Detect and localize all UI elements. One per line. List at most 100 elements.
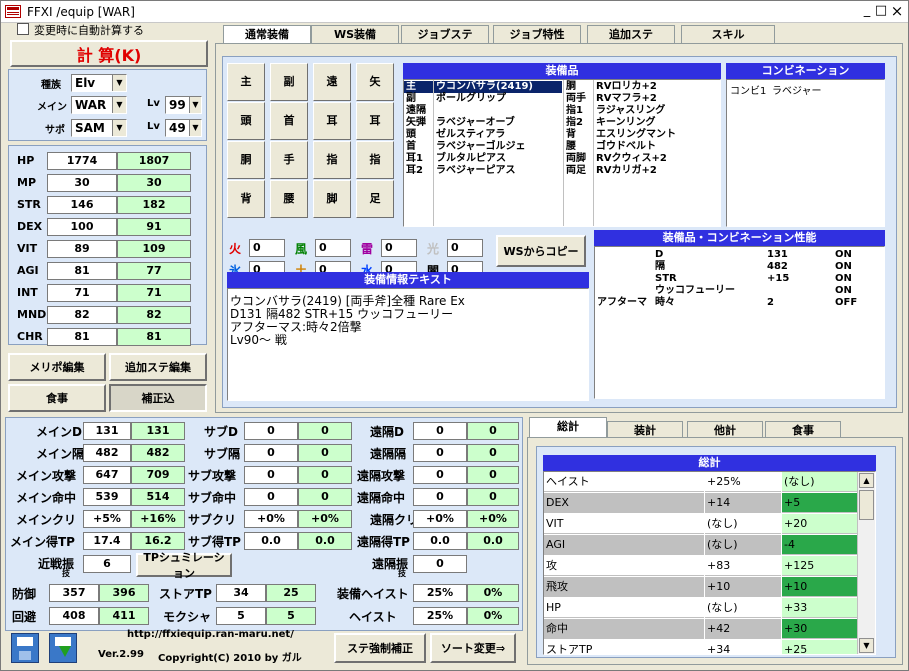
slot-button[interactable]: 首 <box>270 102 308 140</box>
equip-row[interactable]: 指2 キーンリング <box>564 117 720 129</box>
equip-item: ゼルスティアラ <box>436 129 506 140</box>
summary-eq: +42 <box>705 619 781 639</box>
tab-2[interactable]: ジョブステ <box>401 25 489 43</box>
food-button[interactable]: 食事 <box>8 384 106 412</box>
slot-button[interactable]: 脚 <box>313 180 351 218</box>
summary-tab-1[interactable]: 装計 <box>607 421 683 438</box>
close-icon[interactable]: × <box>889 3 905 19</box>
main-job-select[interactable]: WAR ▼ <box>71 96 127 114</box>
scroll-down-icon[interactable]: ▼ <box>859 638 874 653</box>
slot-button[interactable]: 耳 <box>313 102 351 140</box>
scrollbar[interactable]: ▲ ▼ <box>857 472 875 654</box>
scroll-thumb[interactable] <box>859 490 874 520</box>
tp-sim-button[interactable]: TPシュミレーション <box>136 551 232 580</box>
slot-button[interactable]: 足 <box>356 180 394 218</box>
equip-row[interactable]: 胴 RVロリカ+2 <box>564 81 720 93</box>
summary-row[interactable]: 飛攻 +10 +10 <box>544 577 864 597</box>
sub-job-select[interactable]: SAM ▼ <box>71 119 127 137</box>
main-lv-value: 99 <box>169 98 186 112</box>
summary-row[interactable]: AGI (なし) -4 <box>544 535 864 555</box>
equip-row[interactable]: 腰 ゴウドベルト <box>564 141 720 153</box>
chevron-down-icon[interactable]: ▼ <box>112 97 126 113</box>
equip-row[interactable]: 主 ウコンバサラ(2419) <box>404 81 562 93</box>
equip-row[interactable]: 矢弾 ラベジャーオーブ <box>404 117 562 129</box>
slot-button[interactable]: 遠 <box>313 63 351 101</box>
element-value[interactable]: 0 <box>447 239 483 257</box>
chevron-down-icon[interactable]: ▼ <box>189 97 201 113</box>
main-lv-select[interactable]: 99 ▼ <box>165 96 202 114</box>
race-select[interactable]: Elv ▼ <box>71 74 127 92</box>
addstat-edit-button[interactable]: 追加ステ編集 <box>109 353 207 381</box>
sort-change-button[interactable]: ソート変更⇒ <box>430 633 516 663</box>
slot-button[interactable]: 手 <box>270 141 308 179</box>
app-icon <box>5 5 21 18</box>
force-correct-button[interactable]: ステ強制補正 <box>334 633 426 663</box>
scroll-up-icon[interactable]: ▲ <box>859 473 874 488</box>
element-value[interactable]: 0 <box>315 239 351 257</box>
equip-item: キーンリング <box>596 117 656 128</box>
summary-row[interactable]: HP (なし) +33 <box>544 598 864 618</box>
maximize-icon[interactable]: □ <box>873 3 889 19</box>
slot-button[interactable]: 腰 <box>270 180 308 218</box>
summary-row[interactable]: 攻 +83 +125 <box>544 556 864 576</box>
summary-list[interactable]: ヘイスト +25% (なし) DEX +14 +5 VIT (なし) +20 AGI (なし) -4 攻… <box>543 471 876 655</box>
perf-state: ON <box>835 249 852 260</box>
slot-button[interactable]: 胴 <box>227 141 265 179</box>
summary-row[interactable]: ストアTP +34 +25 <box>544 640 864 654</box>
auto-calc-checkbox[interactable] <box>17 23 29 35</box>
tab-0[interactable]: 通常装備 <box>223 25 311 45</box>
equip-row[interactable]: 両足 RVカリガ+2 <box>564 165 720 177</box>
ws-copy-button[interactable]: WSからコピー <box>496 235 586 267</box>
equip-row[interactable]: 頭 ゼルスティアラ <box>404 129 562 141</box>
tab-3[interactable]: ジョブ特性 <box>493 25 581 43</box>
summary-row[interactable]: DEX +14 +5 <box>544 493 864 513</box>
copyright: Copyright(C) 2010 by ガル <box>158 653 302 664</box>
load-icon[interactable] <box>49 633 77 663</box>
summary-tab-2[interactable]: 他計 <box>687 421 763 438</box>
summary-row[interactable]: 命中 +42 +30 <box>544 619 864 639</box>
slot-button[interactable]: 背 <box>227 180 265 218</box>
equip-row[interactable]: 両脚 RVクウィス+2 <box>564 153 720 165</box>
slot-button[interactable]: 副 <box>270 63 308 101</box>
tab-5[interactable]: スキル <box>681 25 775 43</box>
element-value[interactable]: 0 <box>381 239 417 257</box>
calc-button[interactable]: 計 算(K) <box>10 40 208 67</box>
summary-tab-0[interactable]: 総計 <box>529 417 607 438</box>
equip-row[interactable]: 耳2 ラベジャーピアス <box>404 165 562 177</box>
equip-slot: 首 <box>406 141 416 152</box>
slot-button[interactable]: 指 <box>313 141 351 179</box>
summary-row[interactable]: VIT (なし) +20 <box>544 514 864 534</box>
combi-list[interactable]: コンビ1 ラベジャー <box>726 79 885 227</box>
equip-row[interactable]: 両手 RVマフラ+2 <box>564 93 720 105</box>
equip-text-box[interactable]: ウコンバサラ(2419) [両手斧]全種 Rare Ex D131 隔482 ST… <box>227 288 589 401</box>
element-value[interactable]: 0 <box>249 239 285 257</box>
ranged-skill-value[interactable]: 0 <box>413 555 467 573</box>
auto-calc-label: 変更時に自動計算する <box>34 24 144 37</box>
chevron-down-icon[interactable]: ▼ <box>189 120 201 136</box>
equip-row[interactable]: 背 エスリングマント <box>564 129 720 141</box>
equip-row[interactable]: 遠隔 <box>404 105 562 117</box>
sub-lv-select[interactable]: 49 ▼ <box>165 119 202 137</box>
summary-tab-3[interactable]: 食事 <box>765 421 841 438</box>
equip-slot: 主 <box>406 81 416 92</box>
slot-button[interactable]: 耳 <box>356 102 394 140</box>
chevron-down-icon[interactable]: ▼ <box>112 120 126 136</box>
melee-skill-value[interactable]: 6 <box>83 555 131 573</box>
slot-button[interactable]: 頭 <box>227 102 265 140</box>
equip-row[interactable]: 指1 ラジャスリング <box>564 105 720 117</box>
slot-button[interactable]: 主 <box>227 63 265 101</box>
summary-row[interactable]: ヘイスト +25% (なし) <box>544 472 864 492</box>
equip-row[interactable]: 首 ラベジャーゴルジェ <box>404 141 562 153</box>
slot-button[interactable]: 指 <box>356 141 394 179</box>
combi-perf-list[interactable]: D 131 ON 隔 482 ON STR +15 ON ウッコフューリー ON アフターマ 時々 2 OF… <box>594 246 885 399</box>
equip-row[interactable]: 副 ポールグリップ <box>404 93 562 105</box>
tab-1[interactable]: WS装備 <box>311 25 399 43</box>
merit-edit-button[interactable]: メリポ編集 <box>8 353 106 381</box>
correction-toggle-button[interactable]: 補正込 <box>109 384 207 412</box>
chevron-down-icon[interactable]: ▼ <box>112 75 126 91</box>
save-icon[interactable] <box>11 633 39 663</box>
slot-button[interactable]: 矢 <box>356 63 394 101</box>
tab-4[interactable]: 追加ステ <box>587 25 675 43</box>
equip-list[interactable]: 主 ウコンバサラ(2419) 副 ポールグリップ 遠隔 矢弾 ラベジャーオーブ頭 ゼルスティア… <box>403 79 721 227</box>
equip-row[interactable]: 耳1 ブルタルピアス <box>404 153 562 165</box>
